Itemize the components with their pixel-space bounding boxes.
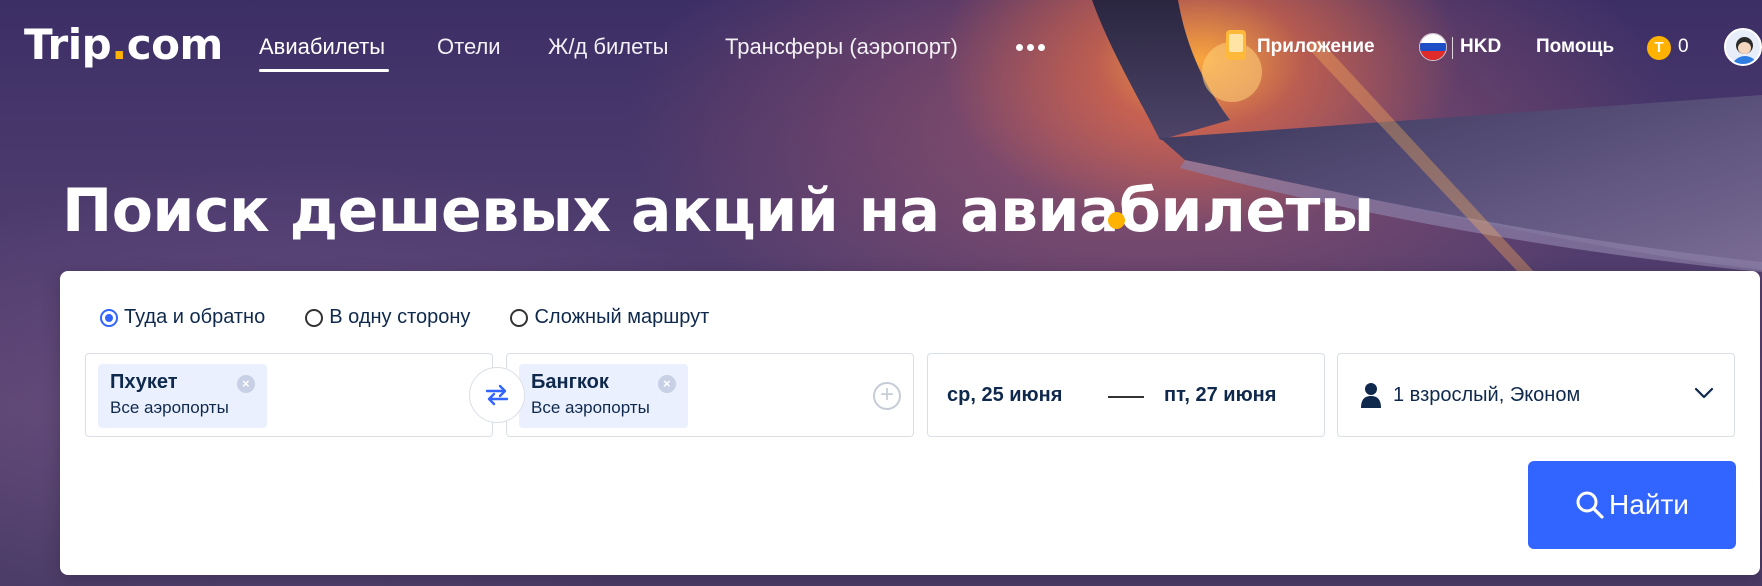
origin-city: Пхукет bbox=[110, 371, 178, 393]
search-button[interactable]: Найти bbox=[1528, 461, 1736, 549]
nav-transfers[interactable]: Трансферы (аэропорт) bbox=[725, 34, 958, 60]
dates-field[interactable]: ср, 25 июня пт, 27 июня bbox=[927, 353, 1325, 437]
passengers-summary: 1 взрослый, Эконом bbox=[1393, 384, 1581, 406]
russia-flag-icon[interactable] bbox=[1419, 33, 1447, 61]
destination-chip[interactable]: Бангкок Все аэропорты × bbox=[519, 364, 688, 428]
swap-arrows-icon bbox=[485, 384, 509, 406]
app-download-link[interactable]: Приложение bbox=[1257, 36, 1375, 58]
search-icon bbox=[1576, 491, 1604, 519]
origin-chip[interactable]: Пхукет Все аэропорты × bbox=[98, 364, 267, 428]
nav-flights[interactable]: Авиабилеты bbox=[259, 34, 385, 60]
phone-app-icon[interactable] bbox=[1226, 30, 1246, 60]
chevron-down-icon bbox=[1694, 387, 1714, 399]
search-button-label: Найти bbox=[1609, 489, 1689, 520]
nav-trains[interactable]: Ж/д билеты bbox=[548, 34, 669, 60]
user-avatar[interactable] bbox=[1724, 28, 1762, 66]
currency-selector[interactable]: HKD bbox=[1460, 36, 1501, 58]
origin-field[interactable]: Пхукет Все аэропорты × bbox=[85, 353, 493, 437]
passengers-class-field[interactable]: 1 взрослый, Эконом bbox=[1337, 353, 1735, 437]
trip-type-group: Туда и обратно В одну сторону Сложный ма… bbox=[100, 306, 709, 329]
page-headline: Поиск дешевых акций на авиабилеты bbox=[62, 176, 1374, 246]
trip-coins-icon[interactable]: T bbox=[1647, 36, 1671, 60]
divider bbox=[1452, 37, 1453, 59]
date-range-dash bbox=[1108, 396, 1144, 398]
origin-airports: Все аэропорты bbox=[110, 398, 229, 417]
clear-destination-icon[interactable]: × bbox=[657, 375, 676, 393]
trip-com-logo[interactable]: Trip.com bbox=[24, 20, 223, 69]
headline-dot bbox=[1108, 212, 1125, 229]
radio-icon bbox=[305, 308, 324, 327]
destination-field[interactable]: Бангкок Все аэропорты × + bbox=[506, 353, 914, 437]
active-tab-indicator bbox=[259, 69, 389, 72]
depart-date[interactable]: ср, 25 июня bbox=[947, 384, 1062, 407]
coin-count[interactable]: 0 bbox=[1678, 36, 1689, 58]
clear-origin-icon[interactable]: × bbox=[236, 375, 255, 393]
radio-checked-icon bbox=[100, 308, 118, 327]
top-nav: Trip.com Авиабилеты Отели Ж/д билеты Тра… bbox=[0, 0, 1762, 92]
person-icon bbox=[1361, 383, 1381, 408]
add-destination-plus-icon[interactable]: + bbox=[873, 382, 901, 410]
trip-type-round-trip[interactable]: Туда и обратно bbox=[100, 306, 265, 329]
return-date[interactable]: пт, 27 июня bbox=[1164, 384, 1276, 407]
trip-type-one-way[interactable]: В одну сторону bbox=[305, 306, 470, 329]
destination-city: Бангкок bbox=[531, 371, 609, 393]
help-link[interactable]: Помощь bbox=[1536, 36, 1614, 58]
nav-hotels[interactable]: Отели bbox=[437, 34, 501, 60]
more-dots-icon[interactable] bbox=[1016, 44, 1045, 51]
flight-search-card: Туда и обратно В одну сторону Сложный ма… bbox=[60, 271, 1760, 575]
swap-cities-button[interactable] bbox=[469, 367, 525, 423]
radio-icon bbox=[510, 308, 529, 327]
trip-type-multi-city[interactable]: Сложный маршрут bbox=[510, 306, 709, 329]
destination-airports: Все аэропорты bbox=[531, 398, 650, 417]
